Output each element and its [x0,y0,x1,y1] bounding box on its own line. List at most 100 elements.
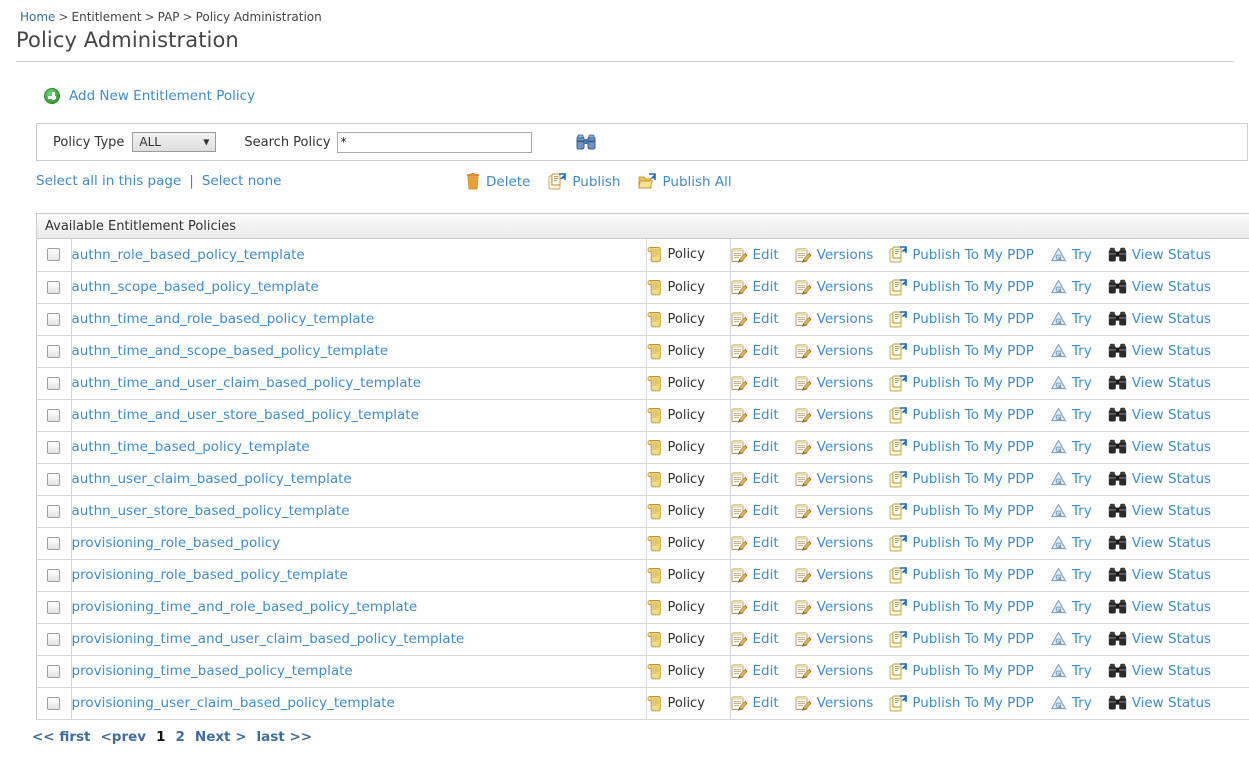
row-action-label[interactable]: Edit [753,567,779,583]
row-action-versions[interactable]: Versions [795,439,874,455]
row-action-label[interactable]: Try [1072,471,1092,487]
row-checkbox[interactable] [47,440,61,454]
row-action-view-status[interactable]: View Status [1108,631,1211,647]
row-action-label[interactable]: View Status [1132,631,1211,647]
row-action-label[interactable]: Publish To My PDP [912,567,1034,583]
row-action-view-status[interactable]: View Status [1108,439,1211,455]
row-action-label[interactable]: Try [1072,599,1092,615]
row-action-edit[interactable]: Edit [731,311,779,327]
row-checkbox[interactable] [47,600,61,614]
row-action-try[interactable]: Try [1050,375,1092,391]
row-action-label[interactable]: Edit [753,535,779,551]
row-action-versions[interactable]: Versions [795,279,873,295]
row-action-versions[interactable]: Versions [795,343,874,359]
row-action-label[interactable]: Versions [817,343,874,359]
row-action-label[interactable]: Publish To My PDP [912,407,1034,423]
row-action-label[interactable]: Publish To My PDP [912,375,1034,391]
row-action-label[interactable]: Versions [817,311,874,327]
pagination-next[interactable]: Next > [195,729,247,745]
row-action-label[interactable]: View Status [1132,247,1211,263]
row-action-publish-to-my-pdp[interactable]: Publish To My PDP [889,630,1034,648]
row-action-edit[interactable]: Edit [731,599,779,615]
row-action-label[interactable]: Try [1072,631,1092,647]
row-action-label[interactable]: View Status [1132,695,1211,711]
row-checkbox[interactable] [47,280,61,294]
row-action-try[interactable]: Try [1050,439,1092,455]
row-action-try[interactable]: Try [1050,279,1092,295]
row-action-label[interactable]: Versions [817,663,874,679]
row-action-label[interactable]: View Status [1132,503,1211,519]
pagination-first[interactable]: << first [32,729,90,745]
row-checkbox[interactable] [47,248,61,262]
row-action-label[interactable]: Edit [753,503,779,519]
policy-name-link[interactable]: authn_time_and_user_claim_based_policy_t… [72,375,422,391]
row-action-label[interactable]: Publish To My PDP [912,247,1034,263]
row-action-versions[interactable]: Versions [795,503,873,519]
row-action-publish-to-my-pdp[interactable]: Publish To My PDP [889,566,1034,584]
row-action-view-status[interactable]: View Status [1108,535,1211,551]
row-checkbox[interactable] [47,536,61,550]
pagination-page-2[interactable]: 2 [175,729,184,745]
policy-name-link[interactable]: authn_scope_based_policy_template [72,279,319,295]
row-action-label[interactable]: Publish To My PDP [912,631,1034,647]
row-action-edit[interactable]: Edit [731,663,779,679]
row-action-label[interactable]: Versions [817,535,874,551]
row-action-try[interactable]: Try [1050,247,1092,263]
policy-name-link[interactable]: provisioning_time_based_policy_template [72,663,353,679]
row-action-edit[interactable]: Edit [731,471,779,487]
row-action-label[interactable]: Versions [817,407,874,423]
row-action-try[interactable]: Try [1050,311,1092,327]
row-action-label[interactable]: Versions [817,375,874,391]
row-action-versions[interactable]: Versions [795,471,874,487]
policy-name-link[interactable]: provisioning_time_and_user_claim_based_p… [72,631,465,647]
row-action-publish-to-my-pdp[interactable]: Publish To My PDP [889,694,1034,712]
row-action-view-status[interactable]: View Status [1108,407,1211,423]
search-policy-input[interactable] [336,131,532,153]
row-action-edit[interactable]: Edit [731,503,779,519]
row-checkbox[interactable] [47,632,61,646]
row-action-try[interactable]: Try [1050,663,1092,679]
policy-name-link[interactable]: authn_time_based_policy_template [72,439,310,455]
row-action-label[interactable]: View Status [1132,471,1211,487]
row-action-label[interactable]: View Status [1132,439,1211,455]
row-action-edit[interactable]: Edit [731,279,779,295]
row-action-publish-to-my-pdp[interactable]: Publish To My PDP [889,662,1034,680]
row-checkbox[interactable] [47,376,61,390]
row-action-view-status[interactable]: View Status [1108,503,1211,519]
pagination-last[interactable]: last >> [257,729,313,745]
policy-name-link[interactable]: provisioning_user_claim_based_policy_tem… [72,695,395,711]
row-checkbox[interactable] [47,312,61,326]
row-action-label[interactable]: Try [1072,311,1092,327]
row-action-label[interactable]: Versions [817,471,874,487]
row-action-label[interactable]: Versions [817,631,874,647]
policy-name-link[interactable]: authn_user_claim_based_policy_template [72,471,352,487]
row-action-label[interactable]: Edit [753,375,779,391]
row-action-publish-to-my-pdp[interactable]: Publish To My PDP [889,406,1034,424]
row-action-label[interactable]: Versions [817,439,874,455]
row-action-label[interactable]: Publish To My PDP [912,663,1034,679]
row-action-edit[interactable]: Edit [731,631,779,647]
policy-name-link[interactable]: provisioning_time_and_role_based_policy_… [72,599,418,615]
row-checkbox[interactable] [47,696,61,710]
row-action-versions[interactable]: Versions [795,407,874,423]
row-action-try[interactable]: Try [1050,503,1092,519]
row-action-label[interactable]: Publish To My PDP [912,503,1034,519]
row-action-view-status[interactable]: View Status [1108,663,1211,679]
row-checkbox[interactable] [47,568,61,582]
row-action-try[interactable]: Try [1050,567,1092,583]
delete-button[interactable]: Delete [466,173,530,190]
row-action-label[interactable]: Edit [753,599,779,615]
row-action-versions[interactable]: Versions [795,695,873,711]
row-action-try[interactable]: Try [1050,695,1092,711]
row-action-label[interactable]: Publish To My PDP [912,439,1034,455]
pagination-page-1[interactable]: 1 [156,729,165,745]
delete-link[interactable]: Delete [486,174,530,190]
row-action-label[interactable]: Publish To My PDP [912,695,1034,711]
policy-name-link[interactable]: provisioning_role_based_policy_template [72,567,348,583]
row-action-label[interactable]: View Status [1132,663,1211,679]
row-action-versions[interactable]: Versions [795,567,873,583]
publish-all-button[interactable]: Publish All [638,173,732,190]
row-action-publish-to-my-pdp[interactable]: Publish To My PDP [889,470,1034,488]
row-action-try[interactable]: Try [1050,599,1092,615]
row-action-label[interactable]: Try [1072,343,1092,359]
